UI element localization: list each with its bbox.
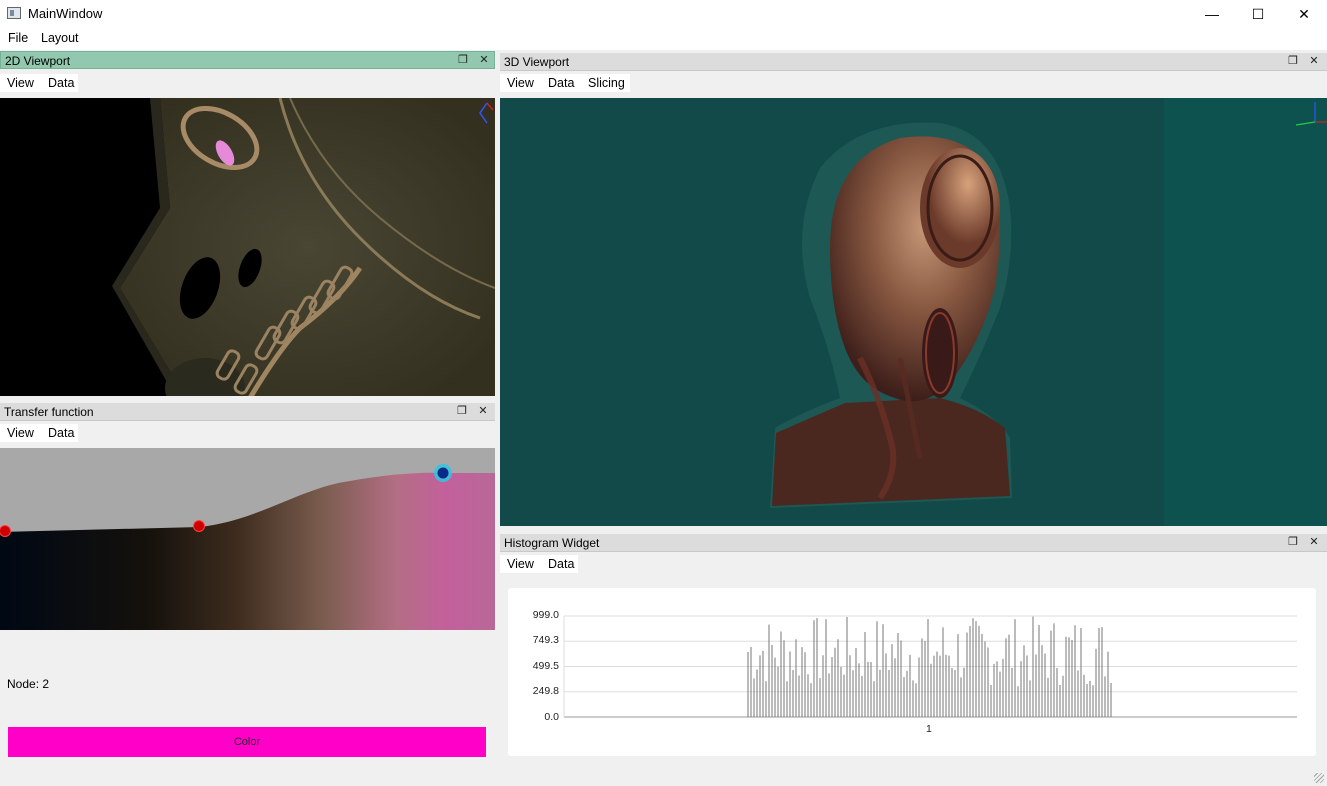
viewport3d-title: 3D Viewport bbox=[504, 55, 570, 69]
float-icon[interactable]: ❐ bbox=[1286, 54, 1300, 68]
menu-file[interactable]: File bbox=[8, 31, 28, 45]
histogram-plot bbox=[563, 615, 1297, 718]
maximize-icon: ☐ bbox=[1251, 5, 1265, 22]
float-icon[interactable]: ❐ bbox=[1286, 535, 1300, 549]
tab-view[interactable]: View bbox=[7, 75, 34, 91]
close-icon[interactable]: ✕ bbox=[1307, 535, 1321, 549]
tab-data[interactable]: Data bbox=[548, 556, 575, 572]
tab-view[interactable]: View bbox=[507, 75, 534, 91]
close-icon[interactable]: ✕ bbox=[1307, 54, 1321, 68]
tab-data[interactable]: Data bbox=[548, 75, 575, 91]
close-icon[interactable]: ✕ bbox=[476, 404, 490, 418]
x-tick-label: 1 bbox=[926, 723, 932, 735]
viewport2d-title: 2D Viewport bbox=[5, 54, 71, 68]
menu-bar bbox=[0, 28, 1327, 50]
tab-data[interactable]: Data bbox=[48, 425, 75, 441]
menu-layout[interactable]: Layout bbox=[41, 31, 79, 45]
histogram-chart-card: 999.0 749.3 499.5 249.8 0.0 1 bbox=[508, 588, 1316, 756]
float-icon[interactable]: ❐ bbox=[456, 53, 470, 67]
maximize-button[interactable]: ☐ bbox=[1235, 0, 1281, 28]
viewport3d-tabbar: View Data Slicing bbox=[500, 72, 1327, 94]
transfer-title: Transfer function bbox=[4, 405, 94, 419]
app-icon bbox=[7, 7, 21, 19]
transfer-titlebar[interactable]: Transfer function ❐ ✕ bbox=[0, 403, 495, 421]
histogram-title: Histogram Widget bbox=[504, 536, 600, 550]
transfer-tabbar: View Data bbox=[0, 422, 495, 444]
tab-view[interactable]: View bbox=[7, 425, 34, 441]
close-button[interactable]: ✕ bbox=[1281, 0, 1327, 28]
tab-data[interactable]: Data bbox=[48, 75, 75, 91]
float-icon[interactable]: ❐ bbox=[455, 404, 469, 418]
close-icon: ✕ bbox=[1298, 5, 1310, 22]
ct-slice-image bbox=[112, 98, 495, 396]
window-title: MainWindow bbox=[28, 6, 103, 21]
transfer-node[interactable] bbox=[0, 525, 11, 537]
minimize-icon: — bbox=[1205, 6, 1219, 22]
transfer-node[interactable] bbox=[193, 520, 205, 532]
viewport2d-titlebar[interactable]: 2D Viewport ❐ ✕ bbox=[0, 51, 495, 69]
node-label: Node: 2 bbox=[7, 677, 50, 691]
color-button[interactable]: Color bbox=[8, 727, 486, 757]
volume-render-image bbox=[770, 98, 1327, 526]
selected-transfer-node[interactable] bbox=[437, 467, 449, 479]
viewport2d-tabbar: View Data bbox=[0, 72, 495, 94]
tab-view[interactable]: View bbox=[507, 556, 534, 572]
minimize-button[interactable]: — bbox=[1189, 0, 1235, 28]
viewport3d-canvas[interactable] bbox=[500, 98, 1327, 526]
viewport3d-titlebar[interactable]: 3D Viewport ❐ ✕ bbox=[500, 53, 1327, 71]
viewport2d-canvas[interactable] bbox=[0, 98, 495, 396]
tab-slicing[interactable]: Slicing bbox=[588, 75, 625, 91]
title-bar bbox=[0, 0, 1327, 28]
size-grip[interactable] bbox=[1314, 773, 1324, 783]
transfer-function-editor[interactable] bbox=[0, 448, 495, 630]
histogram-titlebar[interactable]: Histogram Widget ❐ ✕ bbox=[500, 534, 1327, 552]
histogram-tabbar: View Data bbox=[500, 553, 1327, 575]
close-icon[interactable]: ✕ bbox=[477, 53, 491, 67]
